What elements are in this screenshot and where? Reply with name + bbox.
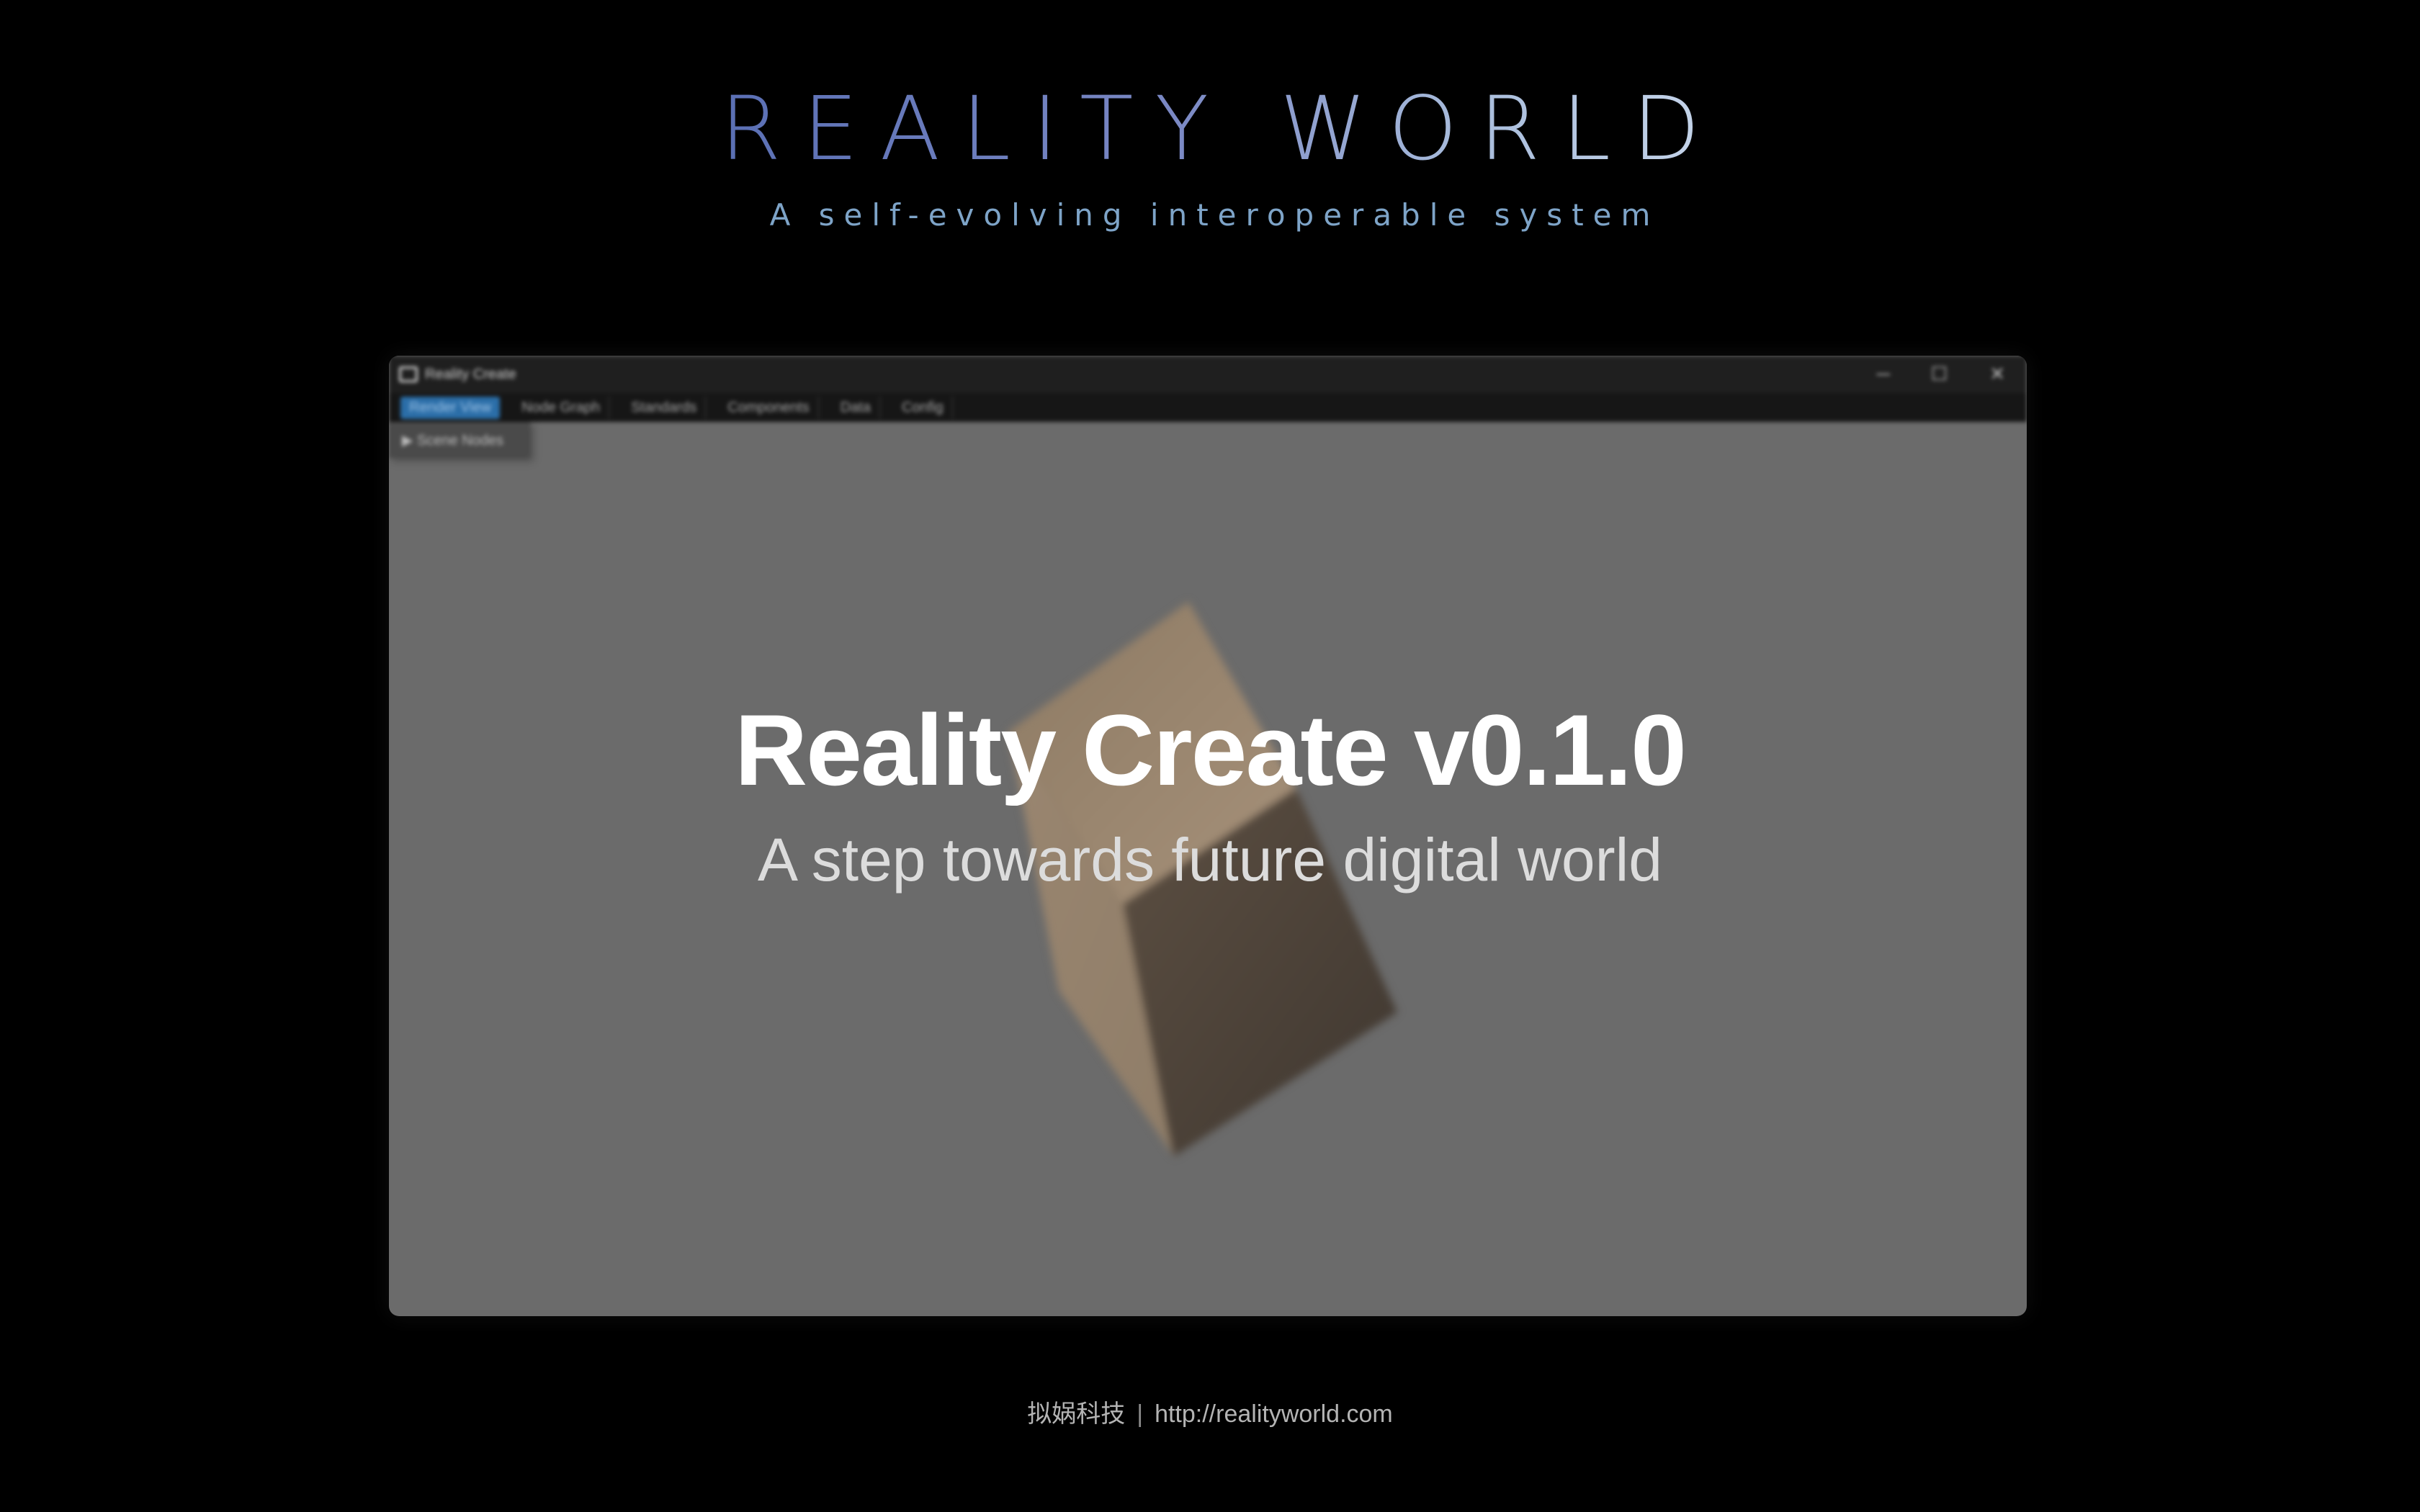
brand-logo: REALITY WORLD xyxy=(0,85,2420,173)
app-icon xyxy=(399,366,418,382)
scene-nodes-panel[interactable]: ▶ Scene Nodes xyxy=(389,422,530,458)
footer: 拟娲科技 | http://realityworld.com xyxy=(0,1394,2420,1429)
tab-config[interactable]: Config xyxy=(893,396,953,419)
title-bar: Reality Create ─ ☐ ✕ xyxy=(389,356,2027,393)
footer-separator: | xyxy=(1137,1400,1144,1428)
brand-logo-text: REALITY WORLD xyxy=(720,78,1722,180)
tab-data[interactable]: Data xyxy=(832,396,880,419)
menu-bar: Render View Node Graph Standards Compone… xyxy=(389,393,2027,422)
hero-subtitle: A step towards future digital world xyxy=(758,826,1662,894)
window-title: Reality Create xyxy=(425,366,516,382)
minimize-icon[interactable]: ─ xyxy=(1877,363,1890,385)
tab-node-graph[interactable]: Node Graph xyxy=(513,396,610,419)
tab-standards[interactable]: Standards xyxy=(622,396,707,419)
footer-url-link[interactable]: http://realityworld.com xyxy=(1155,1400,1393,1428)
hero-title: Reality Create v0.1.0 xyxy=(735,693,1687,806)
brand-tagline: A self-evolving interoperable system xyxy=(769,197,1660,233)
footer-company: 拟娲科技 xyxy=(1027,1400,1126,1428)
tab-render-view[interactable]: Render View xyxy=(400,396,501,419)
maximize-icon[interactable]: ☐ xyxy=(1931,363,1948,385)
close-icon[interactable]: ✕ xyxy=(1989,363,2005,385)
splash-screen: REALITY WORLD A self-evolving interopera… xyxy=(0,0,2420,1512)
tab-components[interactable]: Components xyxy=(719,396,819,419)
